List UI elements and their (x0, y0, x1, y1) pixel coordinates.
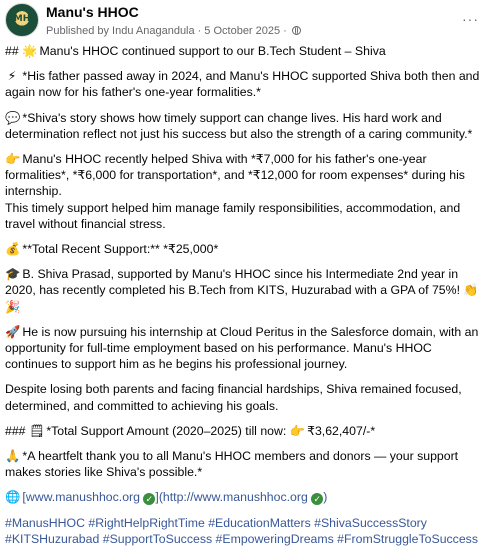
post-paragraph-story: 💬 *Shiva's story shows how timely suppor… (5, 110, 487, 142)
meta-separator: · (197, 25, 202, 37)
post-text: This timely support helped him manage fa… (5, 200, 461, 231)
lightning-icon: ⚡ (7, 69, 17, 84)
more-options-icon[interactable]: ··· (462, 11, 479, 27)
post-text: Despite losing both parents and facing f… (5, 382, 462, 413)
post-paragraph-title: ## 🌟 Manu's HHOC continued support to ou… (5, 43, 487, 59)
page-name-link[interactable]: Manu's HHOC (46, 4, 139, 20)
public-audience-icon (291, 26, 301, 35)
money-bag-icon: 💰 (5, 242, 21, 257)
post-paragraph-graduation: 🎓 B. Shiva Prasad, supported by Manu's H… (5, 266, 487, 315)
post-paragraph-internship: 🚀 He is now pursuing his internship at C… (5, 324, 487, 373)
post-paragraph-despite: Despite losing both parents and facing f… (5, 381, 487, 413)
post-text: *Shiva's story shows how timely support … (5, 110, 473, 141)
pointing-hand-icon: 👉 (5, 152, 21, 167)
post-text: B. Shiva Prasad, supported by Manu's HHO… (5, 267, 464, 298)
post-paragraph-father: ⚡ *His father passed away in 2024, and M… (5, 68, 487, 100)
facebook-post: MH Manu's HHOC Published by Indu Anagand… (0, 0, 493, 546)
star-icon: 🌟 (22, 44, 38, 58)
link-close-paren: ) (323, 490, 328, 505)
meta-separator-2: · (283, 25, 287, 37)
post-header: MH Manu's HHOC Published by Indu Anagand… (5, 3, 485, 43)
post-text: *A heartfelt thank you to all Manu's HHO… (5, 449, 459, 480)
hashtags[interactable]: #ManusHHOC #RightHelpRightTime #Educatio… (5, 515, 487, 547)
post-paragraph-thanks: 🙏 *A heartfelt thank you to all Manu's H… (5, 448, 487, 480)
post-paragraph-link: 🌐 [www.manushhoc.org ✓](http://www.manus… (5, 489, 487, 506)
post-text: Manu's HHOC recently helped Shiva with *… (5, 152, 465, 199)
speech-bubble-icon: 💬 (5, 110, 21, 125)
check-mark-icon: ✓ (143, 493, 156, 506)
notepad-icon: 🗒 (28, 423, 45, 438)
website-link-text[interactable]: [www.manushhoc.org (19, 490, 143, 504)
website-url-link[interactable]: ](http://www.manushhoc.org (155, 490, 311, 504)
page-avatar[interactable]: MH (5, 3, 39, 37)
rocket-icon: 🚀 (5, 324, 21, 339)
total-amount: ₹3,62,407/-* (303, 423, 376, 438)
folded-hands-icon: 🙏 (5, 449, 21, 464)
post-meta: Published by Indu Anagandula · 5 October 2… (46, 25, 301, 37)
check-mark-icon: ✓ (311, 493, 324, 506)
markdown-heading-prefix: ## (5, 44, 23, 58)
pointing-hand-icon: 👉 (289, 423, 306, 438)
globe-icon: 🌐 (5, 490, 21, 505)
post-date-link[interactable]: 5 October 2025 (204, 25, 280, 37)
markdown-heading-prefix: ### (5, 423, 29, 438)
graduation-cap-icon: 🎓 (5, 267, 21, 282)
post-paragraph-total-recent: 💰 **Total Recent Support:** *₹25,000* (5, 241, 487, 257)
post-text: He is now pursuing his internship at Clo… (5, 324, 479, 372)
post-text: **Total Recent Support:** *₹25,000* (19, 242, 219, 257)
avatar-initials: MH (13, 14, 31, 24)
post-paragraph-support-details: 👉 Manu's HHOC recently helped Shiva with… (5, 151, 487, 232)
post-body: ## 🌟 Manu's HHOC continued support to ou… (5, 43, 487, 556)
post-text: *His father passed away in 2024, and Man… (5, 69, 480, 100)
post-paragraph-total-amount: ### 🗒 *Total Support Amount (2020–2025) … (5, 423, 487, 439)
post-text: *Total Support Amount (2020–2025) till n… (42, 423, 290, 438)
post-text: Manu's HHOC continued support to our B.T… (36, 44, 386, 58)
published-by-link[interactable]: Published by Indu Anagandula (46, 25, 195, 37)
